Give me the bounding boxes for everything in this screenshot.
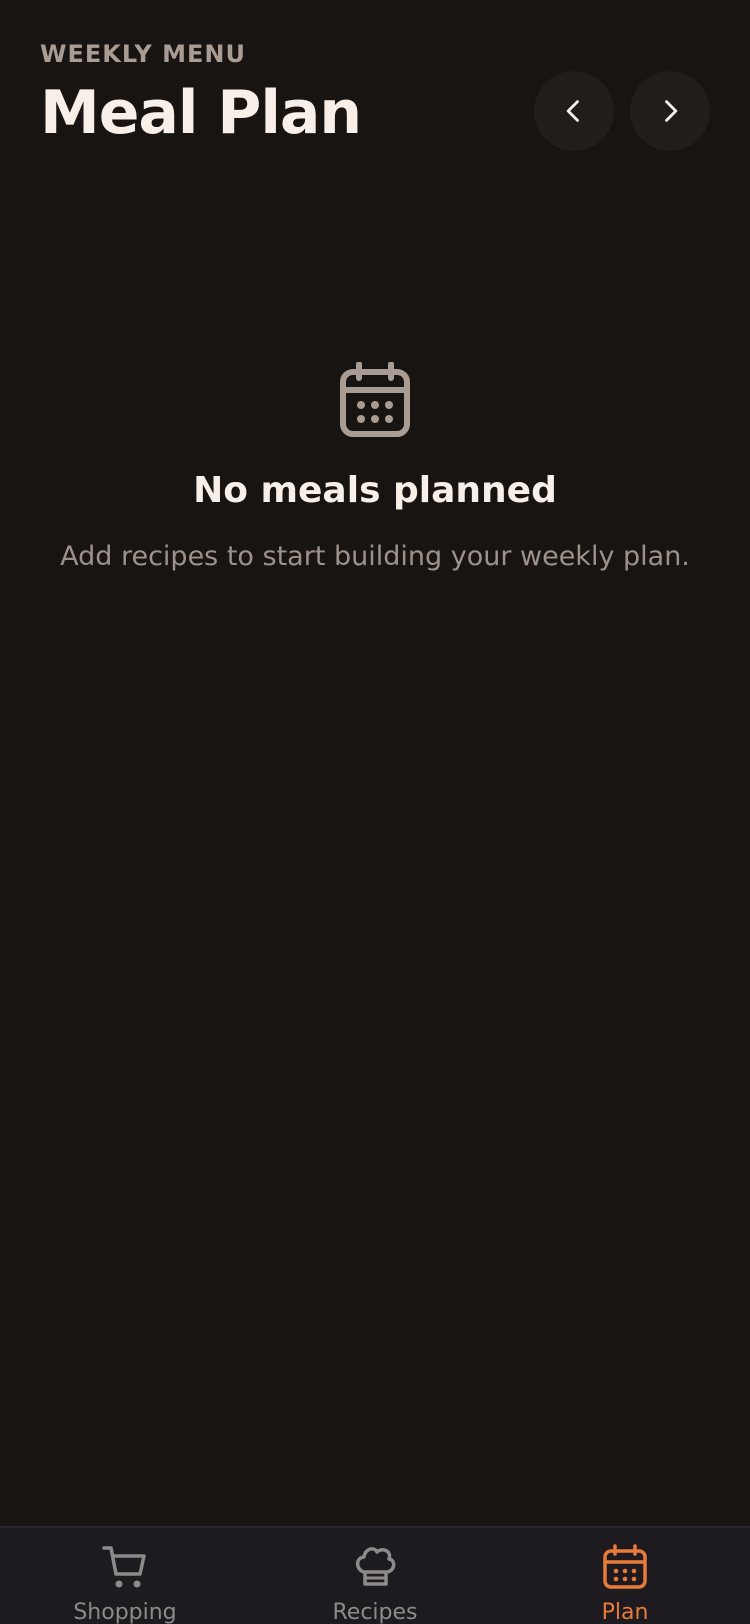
previous-week-button[interactable]	[534, 71, 614, 151]
calendar-icon	[340, 362, 410, 437]
tab-shopping[interactable]: Shopping	[0, 1528, 250, 1624]
cart-icon	[102, 1546, 146, 1588]
tab-recipes[interactable]: Recipes	[250, 1528, 500, 1624]
tab-label: Recipes	[332, 1600, 418, 1624]
empty-state-title: No meals planned	[193, 470, 557, 511]
tab-label: Plan	[601, 1600, 649, 1624]
eyebrow-label: WEEKLY MENU	[40, 40, 246, 68]
empty-state: No meals planned Add recipes to start bu…	[0, 362, 750, 572]
chef-hat-icon	[355, 1547, 396, 1586]
chevron-right-icon	[665, 100, 678, 122]
app-screen: WEEKLY MENU Meal Plan No meals planned A…	[0, 0, 750, 1624]
empty-state-subtitle: Add recipes to start building your weekl…	[60, 541, 690, 572]
header: WEEKLY MENU Meal Plan	[40, 0, 710, 180]
calendar-icon	[603, 1544, 647, 1589]
tab-label: Shopping	[73, 1600, 177, 1624]
chevron-left-icon	[566, 100, 579, 122]
bottom-tab-bar: Shopping Recipes Plan	[0, 1526, 750, 1624]
tab-plan[interactable]: Plan	[500, 1528, 750, 1624]
next-week-button[interactable]	[630, 71, 710, 151]
page-title: Meal Plan	[40, 78, 362, 148]
